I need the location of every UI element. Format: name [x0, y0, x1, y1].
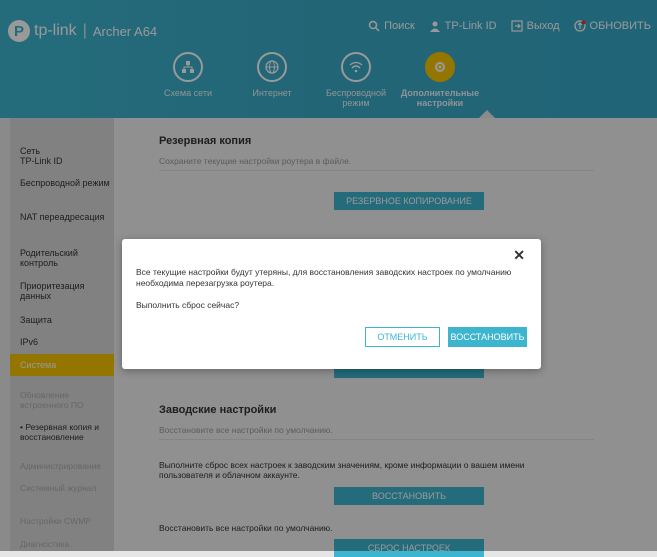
restore-button[interactable]: ВОССТАНОВИТЬ [448, 327, 527, 347]
cancel-button[interactable]: ОТМЕНИТЬ [365, 327, 440, 347]
close-icon[interactable]: ✕ [513, 247, 525, 264]
dialog-question: Выполнить сброс сейчас? [136, 300, 240, 310]
dialog-message: Все текущие настройки будут утеряны, для… [136, 267, 512, 288]
confirm-dialog: ✕ Все текущие настройки будут утеряны, д… [122, 239, 541, 369]
